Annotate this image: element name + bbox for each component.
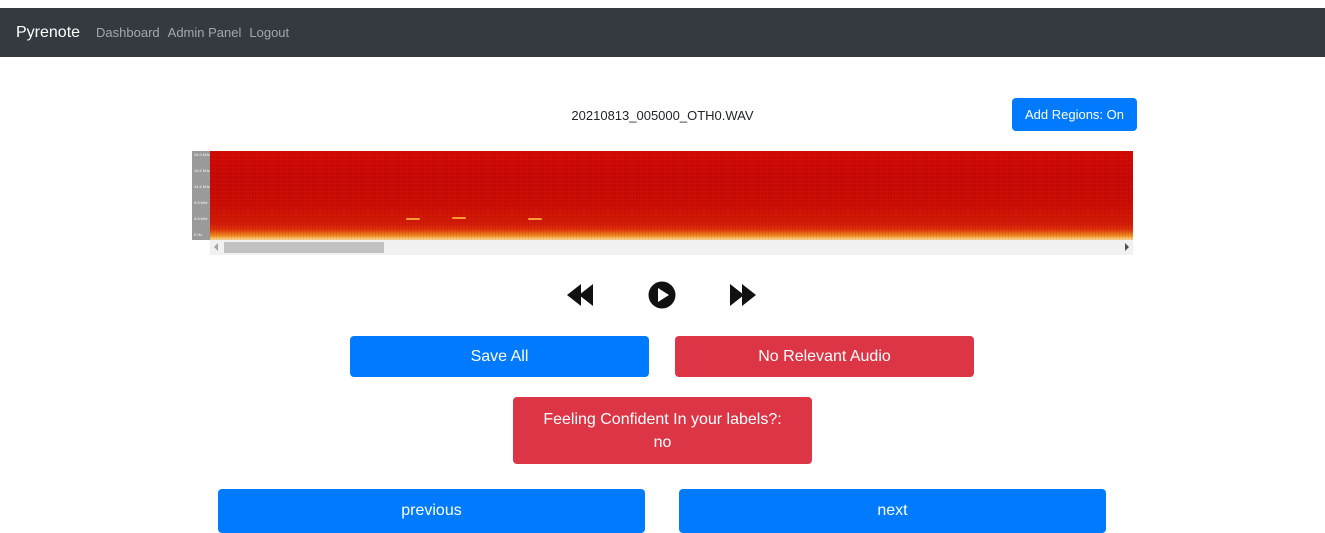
- fast-forward-icon[interactable]: [727, 280, 757, 310]
- previous-button[interactable]: previous: [218, 489, 645, 533]
- y-tick-label: 4.8 kHz: [194, 216, 208, 221]
- y-tick-label: 9.6 kHz: [194, 200, 208, 205]
- call-marker: [528, 218, 542, 220]
- nav-link-dashboard[interactable]: Dashboard: [96, 25, 160, 40]
- spectrogram-texture: [210, 151, 1133, 240]
- confidence-label: Feeling Confident In your labels?:: [543, 410, 782, 428]
- add-regions-button[interactable]: Add Regions: On: [1012, 98, 1137, 131]
- rewind-icon[interactable]: [566, 280, 596, 310]
- spectrogram: 24.0 kHz 19.2 kHz 14.4 kHz 9.6 kHz 4.8 k…: [192, 151, 1133, 255]
- y-tick-label: 14.4 kHz: [194, 184, 210, 189]
- nav-link-admin-panel[interactable]: Admin Panel: [168, 25, 242, 40]
- spectrogram-canvas[interactable]: [210, 151, 1133, 240]
- top-strip: [0, 0, 1325, 8]
- scroll-right-arrow-icon[interactable]: [1125, 243, 1129, 251]
- no-relevant-audio-button[interactable]: No Relevant Audio: [675, 336, 974, 377]
- scroll-left-arrow-icon[interactable]: [214, 243, 218, 251]
- call-marker: [452, 217, 466, 219]
- navbar: Pyrenote Dashboard Admin Panel Logout: [0, 8, 1325, 57]
- confidence-value: no: [653, 433, 672, 451]
- brand[interactable]: Pyrenote: [16, 24, 80, 42]
- y-tick-label: 0 Hz: [194, 232, 203, 237]
- y-tick-label: 24.0 kHz: [194, 152, 210, 157]
- horizontal-scrollbar[interactable]: [210, 240, 1133, 255]
- scroll-thumb[interactable]: [224, 242, 384, 253]
- save-all-button[interactable]: Save All: [350, 336, 649, 377]
- nav-link-logout[interactable]: Logout: [249, 25, 289, 40]
- frequency-axis: 24.0 kHz 19.2 kHz 14.4 kHz 9.6 kHz 4.8 k…: [192, 151, 210, 240]
- y-tick-label: 19.2 kHz: [194, 168, 210, 173]
- play-icon[interactable]: [647, 280, 677, 310]
- next-button[interactable]: next: [679, 489, 1106, 533]
- call-marker: [406, 218, 420, 220]
- confidence-toggle-button[interactable]: Feeling Confident In your labels?: no: [513, 397, 812, 464]
